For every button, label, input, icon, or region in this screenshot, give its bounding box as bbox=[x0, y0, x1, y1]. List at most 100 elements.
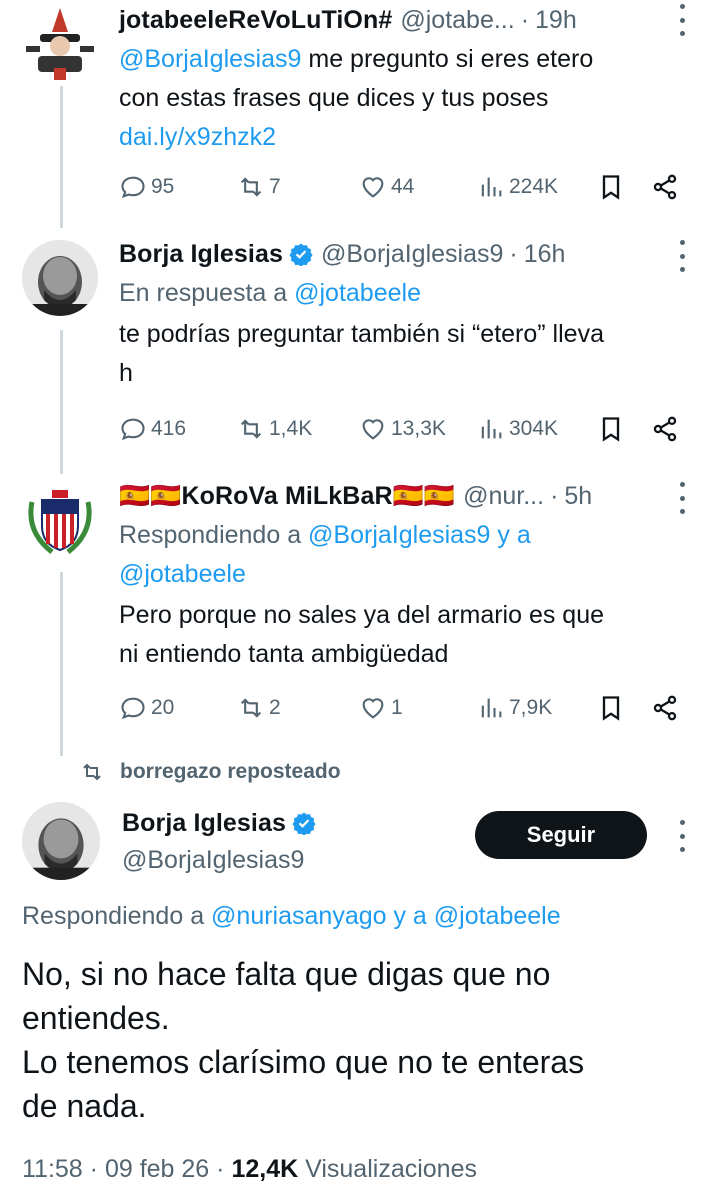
timestamp[interactable]: 19h bbox=[535, 6, 577, 35]
tweet-text-line: con estas frases que dices y tus poses bbox=[119, 84, 549, 112]
views-button[interactable]: 304K bbox=[477, 415, 558, 443]
tweet-text: Pero porque no sales ya del armario es q… bbox=[119, 596, 689, 674]
main-author: Borja Iglesias @BorjaIglesias9 bbox=[122, 804, 316, 878]
views-chart-icon bbox=[481, 419, 502, 439]
reply-button[interactable]: 416 bbox=[119, 415, 186, 443]
reply-count: 95 bbox=[151, 175, 175, 198]
tweet-header: Borja Iglesias @BorjaIglesias9 · 16h bbox=[119, 234, 689, 274]
tweet-2[interactable]: Borja Iglesias @BorjaIglesias9 · 16h En … bbox=[0, 232, 715, 457]
repost-icon bbox=[240, 419, 262, 439]
mention-link[interactable]: @BorjaIglesias9 bbox=[119, 45, 301, 73]
views-label: Visualizaciones bbox=[305, 1155, 477, 1183]
views-count: 224K bbox=[509, 175, 559, 198]
separator-dot: · bbox=[550, 481, 559, 510]
tweet-3[interactable]: 🇪🇸🇪🇸KoRoVa MiLkBaR🇪🇸🇪🇸 @nur... · 5h Resp… bbox=[0, 474, 715, 734]
main-author-handle[interactable]: @BorjaIglesias9 bbox=[122, 842, 316, 878]
reply-context: En respuesta a @jotabeele bbox=[119, 274, 689, 313]
mention-link[interactable]: @jotabeele bbox=[294, 279, 421, 307]
repost-count: 2 bbox=[269, 696, 281, 719]
like-count: 44 bbox=[391, 175, 415, 198]
mention-link[interactable]: @BorjaIglesias9 y a bbox=[308, 521, 531, 549]
views-count: 12,4K bbox=[231, 1155, 299, 1183]
reply-icon bbox=[121, 176, 145, 199]
tweet-text-line: te podrías preguntar también si “etero” … bbox=[119, 320, 604, 348]
repost-button[interactable]: 1,4K bbox=[237, 415, 312, 443]
like-button[interactable]: 44 bbox=[359, 173, 414, 201]
repost-button[interactable]: 7 bbox=[237, 173, 281, 201]
main-author-name[interactable]: Borja Iglesias bbox=[122, 809, 286, 838]
tweet-text-line: de nada. bbox=[22, 1088, 147, 1124]
mention-link[interactable]: @nuriasanyago y a @jotabeele bbox=[211, 902, 561, 930]
bookmark-button[interactable] bbox=[597, 694, 629, 722]
main-tweet-text: No, si no hace falta que digas que no en… bbox=[22, 952, 685, 1128]
author-name[interactable]: Borja Iglesias bbox=[119, 240, 283, 269]
tweet-1[interactable]: jotabeeleReVoLuTiOn# @jotabe... · 19h @B… bbox=[0, 0, 715, 215]
timestamp[interactable]: 16h bbox=[524, 240, 566, 269]
views-chart-icon bbox=[481, 698, 502, 718]
views-chart-icon bbox=[481, 177, 502, 197]
share-button[interactable] bbox=[651, 694, 683, 722]
author-name[interactable]: 🇪🇸🇪🇸KoRoVa MiLkBaR🇪🇸🇪🇸 bbox=[119, 482, 455, 511]
avatar[interactable] bbox=[22, 482, 98, 558]
verified-badge-icon bbox=[292, 812, 316, 835]
like-count: 1 bbox=[391, 696, 403, 719]
post-date[interactable]: 09 feb 26 bbox=[105, 1155, 209, 1183]
post-time[interactable]: 11:58 bbox=[22, 1155, 83, 1183]
bookmark-icon bbox=[602, 696, 620, 721]
share-icon bbox=[653, 174, 677, 200]
views-count: 304K bbox=[509, 417, 559, 440]
separator-dot: · bbox=[520, 5, 530, 34]
heart-icon bbox=[362, 698, 384, 719]
more-options-icon[interactable] bbox=[675, 4, 689, 36]
reply-context: Respondiendo a @BorjaIglesias9 y a @jota… bbox=[119, 516, 689, 594]
share-icon bbox=[653, 695, 677, 721]
avatar[interactable] bbox=[22, 6, 98, 82]
mention-link[interactable]: @jotabeele bbox=[119, 560, 246, 588]
url-link[interactable]: dai.ly/x9zhzk2 bbox=[119, 123, 276, 151]
main-avatar[interactable] bbox=[22, 802, 100, 880]
avatar[interactable] bbox=[22, 240, 98, 316]
heart-icon bbox=[362, 419, 384, 440]
timestamp[interactable]: 5h bbox=[564, 482, 592, 511]
author-handle[interactable]: @jotabe... bbox=[400, 6, 514, 35]
reply-count: 20 bbox=[151, 696, 175, 719]
action-bar: 95 7 44 224K bbox=[119, 167, 689, 207]
tweet-meta: 11:58 · 09 feb 26 · 12,4K Visualizacione… bbox=[22, 1155, 477, 1184]
tweet-text-line: me pregunto si eres etero bbox=[301, 45, 594, 73]
views-button[interactable]: 224K bbox=[477, 173, 558, 201]
share-button[interactable] bbox=[651, 415, 683, 443]
more-options-icon[interactable] bbox=[675, 240, 689, 272]
bookmark-icon bbox=[602, 175, 620, 200]
like-button[interactable]: 1 bbox=[359, 694, 403, 722]
more-options-icon[interactable] bbox=[675, 482, 689, 514]
bookmark-button[interactable] bbox=[597, 415, 629, 443]
action-bar: 416 1,4K 13,3K 304K bbox=[119, 409, 689, 449]
tweet-text-line: Lo tenemos clarísimo que no te enteras bbox=[22, 1044, 585, 1080]
more-options-icon[interactable] bbox=[675, 820, 689, 852]
follow-button[interactable]: Seguir bbox=[475, 811, 647, 859]
tweet-text: @BorjaIglesias9 me pregunto si eres eter… bbox=[119, 40, 689, 157]
repost-button[interactable]: 2 bbox=[237, 694, 281, 722]
repost-count: 1,4K bbox=[269, 417, 313, 440]
author-name[interactable]: jotabeeleReVoLuTiOn# bbox=[119, 6, 392, 35]
views-button[interactable]: 7,9K bbox=[477, 694, 552, 722]
bookmark-button[interactable] bbox=[597, 173, 629, 201]
like-button[interactable]: 13,3K bbox=[359, 415, 446, 443]
reply-button[interactable]: 95 bbox=[119, 173, 174, 201]
author-handle[interactable]: @BorjaIglesias9 bbox=[321, 240, 503, 269]
action-bar: 20 2 1 7,9K bbox=[119, 688, 689, 728]
reply-prefix: Respondiendo a bbox=[22, 902, 212, 930]
tweet-header: jotabeeleReVoLuTiOn# @jotabe... · 19h bbox=[119, 0, 689, 40]
tweet-text-line: Pero porque no sales ya del armario es q… bbox=[119, 601, 605, 629]
repost-icon bbox=[240, 177, 262, 197]
repost-count: 7 bbox=[269, 175, 281, 198]
repost-banner-text: borregazo reposteado bbox=[120, 760, 341, 783]
tweet-text-line: No, si no hace falta que digas que no bbox=[22, 956, 551, 992]
tweet-text: te podrías preguntar también si “etero” … bbox=[119, 315, 689, 393]
share-button[interactable] bbox=[651, 173, 683, 201]
tweet-header: 🇪🇸🇪🇸KoRoVa MiLkBaR🇪🇸🇪🇸 @nur... · 5h bbox=[119, 476, 689, 516]
reply-button[interactable]: 20 bbox=[119, 694, 174, 722]
author-handle[interactable]: @nur... bbox=[463, 482, 544, 511]
verified-badge-icon bbox=[289, 243, 313, 266]
repost-banner[interactable]: borregazo reposteado bbox=[80, 760, 341, 784]
